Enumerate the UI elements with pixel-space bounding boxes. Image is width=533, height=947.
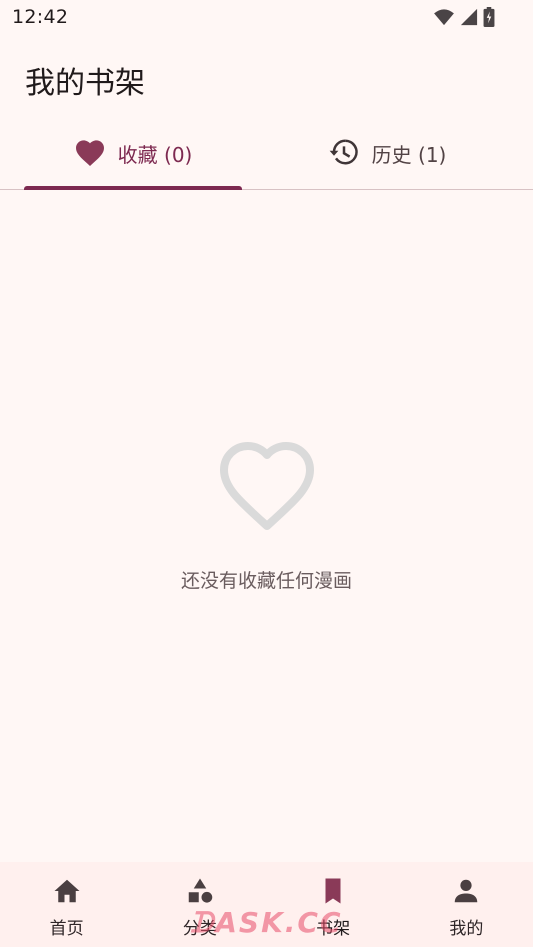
nav-item-home[interactable]: 首页 <box>0 862 133 947</box>
category-icon <box>185 876 215 906</box>
tab-row: 收藏 (0) 历史 (1) <box>0 118 533 190</box>
screen: 12:42 我的书架 收藏 (0) 历史 (1) 还没有收藏任何漫画 首页 分类… <box>0 0 533 947</box>
status-bar: 12:42 <box>0 0 533 36</box>
nav-label-home: 首页 <box>49 919 84 939</box>
empty-state: 还没有收藏任何漫画 <box>0 440 533 593</box>
person-icon <box>451 876 481 906</box>
signal-icon <box>459 8 479 26</box>
nav-label-profile: 我的 <box>449 919 484 939</box>
empty-message: 还没有收藏任何漫画 <box>180 570 352 592</box>
heart-icon <box>74 137 106 171</box>
tab-favorites[interactable]: 收藏 (0) <box>24 118 242 189</box>
wifi-icon <box>433 8 455 26</box>
bottom-nav: 首页 分类 书架 我的 <box>0 862 533 947</box>
tab-indicator <box>24 186 242 190</box>
status-time: 12:42 <box>12 6 69 28</box>
battery-icon <box>483 7 495 27</box>
tab-favorites-label: 收藏 (0) <box>117 143 193 167</box>
nav-item-profile[interactable]: 我的 <box>400 862 533 947</box>
nav-item-category[interactable]: 分类 <box>133 862 266 947</box>
heart-outline-icon <box>0 440 533 536</box>
nav-label-category: 分类 <box>182 919 217 939</box>
history-icon <box>328 137 360 171</box>
bookmark-icon <box>318 876 348 906</box>
status-icons <box>433 7 495 27</box>
app-bar: 我的书架 <box>0 36 533 118</box>
nav-item-bookshelf[interactable]: 书架 <box>267 862 400 947</box>
tab-history-label: 历史 (1) <box>371 143 447 167</box>
home-icon <box>52 876 82 906</box>
tab-history[interactable]: 历史 (1) <box>266 118 508 189</box>
nav-label-bookshelf: 书架 <box>316 919 351 939</box>
page-title: 我的书架 <box>25 66 145 101</box>
